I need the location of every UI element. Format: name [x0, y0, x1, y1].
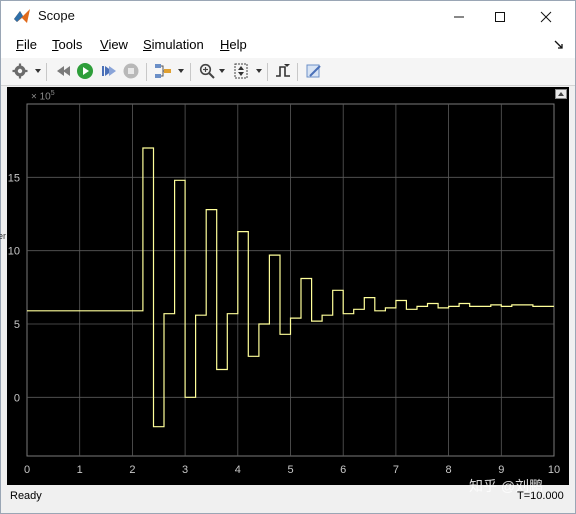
- x-tick-label: 4: [235, 464, 241, 476]
- y-axis-label-fragment: er: [0, 231, 7, 241]
- watermark: 知乎 @刘鹏: [469, 478, 544, 494]
- settings-button[interactable]: [10, 61, 30, 81]
- step-back-button[interactable]: [53, 61, 73, 81]
- x-tick-label: 5: [287, 464, 293, 476]
- trigger-button[interactable]: [273, 61, 293, 81]
- maximize-button[interactable]: [477, 1, 523, 32]
- x-tick-label: 8: [446, 464, 452, 476]
- close-button[interactable]: [523, 1, 569, 32]
- minimize-button[interactable]: [436, 1, 482, 32]
- x-tick-label: 0: [24, 464, 30, 476]
- signal-select-button[interactable]: [153, 61, 173, 81]
- y-tick-label: 5: [14, 319, 20, 331]
- toolbar-separator: [297, 63, 298, 81]
- dock-arrow-icon[interactable]: [553, 38, 565, 50]
- settings-dropdown-icon[interactable]: [35, 69, 41, 73]
- toolbar-separator: [46, 63, 47, 81]
- toolbar-separator: [190, 63, 191, 81]
- toolbar: [1, 58, 575, 86]
- y-tick-label: 0: [14, 392, 20, 404]
- step-forward-button[interactable]: [98, 61, 118, 81]
- menu-tools[interactable]: Tools: [52, 37, 82, 52]
- x-tick-label: 7: [393, 464, 399, 476]
- x-tick-label: 10: [548, 464, 560, 476]
- stop-icon: [123, 63, 139, 79]
- signal-select-dropdown-icon[interactable]: [178, 69, 184, 73]
- scope-window: Scope File Tools View Simulation Help × …: [0, 0, 576, 514]
- x-tick-label: 3: [182, 464, 188, 476]
- x-tick-label: 2: [129, 464, 135, 476]
- autoscale-button[interactable]: [231, 61, 251, 81]
- window-title: Scope: [38, 8, 75, 23]
- autoscale-dropdown-icon[interactable]: [256, 69, 262, 73]
- menu-file[interactable]: File: [16, 37, 37, 52]
- menu-simulation[interactable]: Simulation: [143, 37, 204, 52]
- x-tick-label: 1: [77, 464, 83, 476]
- y-tick-label: 10: [8, 246, 20, 258]
- run-button[interactable]: [75, 61, 95, 81]
- close-icon: [540, 11, 552, 22]
- menu-help[interactable]: Help: [220, 37, 247, 52]
- status-text: Ready: [10, 490, 42, 502]
- zoom-button[interactable]: [197, 61, 217, 81]
- menu-bar: File Tools View Simulation Help: [1, 32, 575, 58]
- maximize-icon: [495, 11, 505, 22]
- matlab-logo-icon: [13, 7, 31, 25]
- signal-select-icon: [155, 64, 171, 78]
- toolbar-separator: [267, 63, 268, 81]
- trigger-icon: [276, 64, 290, 77]
- highlight-button[interactable]: [304, 61, 324, 81]
- zoom-dropdown-icon[interactable]: [219, 69, 225, 73]
- run-icon: [77, 63, 93, 79]
- gear-icon: [12, 63, 28, 79]
- menu-view[interactable]: View: [100, 37, 128, 52]
- step-back-icon: [57, 66, 70, 76]
- axes: 0 1 2 3 4 5 6 7 8 9 10 0 5 10 15: [8, 103, 560, 476]
- scope-plot[interactable]: × 105 0 1 2 3 4 5 6 7 8 9 10 0 5 10 15: [7, 87, 569, 485]
- toolbar-separator: [146, 63, 147, 81]
- autoscale-icon: [234, 63, 248, 79]
- y-tick-label: 15: [8, 172, 20, 184]
- step-forward-icon: [102, 66, 116, 76]
- minimize-icon: [454, 16, 464, 17]
- highlight-icon: [306, 64, 321, 78]
- zoom-icon: [199, 63, 215, 79]
- stop-button[interactable]: [121, 61, 141, 81]
- title-bar[interactable]: Scope: [1, 1, 575, 32]
- x-tick-label: 6: [340, 464, 346, 476]
- x-tick-label: 9: [498, 464, 504, 476]
